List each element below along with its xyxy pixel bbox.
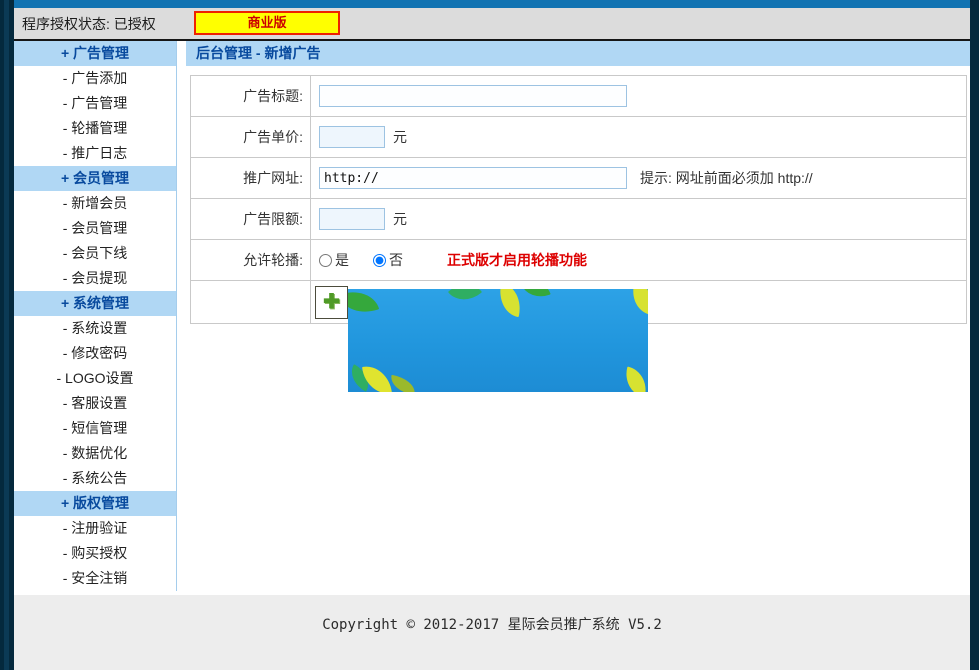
sidebar-item-logo-settings[interactable]: - LOGO设置: [14, 366, 176, 391]
carousel-warning-text: 正式版才启用轮播功能: [447, 250, 587, 270]
carousel-no-label: 否: [389, 250, 403, 270]
carousel-yes-label: 是: [335, 250, 349, 270]
sidebar-item-system-settings[interactable]: - 系统设置: [14, 316, 176, 341]
ad-limit-unit: 元: [393, 209, 407, 229]
page-title: 后台管理 - 新增广告: [186, 41, 970, 66]
sidebar-item-sms-manage[interactable]: - 短信管理: [14, 416, 176, 441]
sidebar-section-system-management[interactable]: + 系统管理: [14, 291, 176, 316]
sidebar-section-ad-management[interactable]: + 广告管理: [14, 41, 176, 66]
topbar: 程序授权状态: 已授权 商业版: [14, 8, 970, 41]
carousel-no-radio[interactable]: [373, 254, 386, 267]
sidebar-item-member-withdraw[interactable]: - 会员提现: [14, 266, 176, 291]
sidebar-item-safe-logout[interactable]: - 安全注销: [14, 566, 176, 591]
footer: Copyright © 2012-2017 星际会员推广系统 V5.2: [14, 595, 970, 670]
form-row-ad-title: 广告标题:: [191, 76, 966, 117]
plus-icon: ✚: [323, 292, 340, 312]
top-accent-bar: [14, 0, 970, 8]
sidebar-item-change-password[interactable]: - 修改密码: [14, 341, 176, 366]
leaf-icon: [448, 289, 482, 309]
sidebar-item-ad-add[interactable]: - 广告添加: [14, 66, 176, 91]
sidebar-item-member-manage[interactable]: - 会员管理: [14, 216, 176, 241]
leaf-icon: [521, 289, 550, 303]
left-frame-strip: [0, 0, 14, 670]
sidebar-item-promo-log[interactable]: - 推广日志: [14, 141, 176, 166]
sidebar-section-member-management[interactable]: + 会员管理: [14, 166, 176, 191]
ad-limit-label: 广告限额:: [191, 199, 311, 239]
ad-title-input[interactable]: [319, 85, 627, 107]
carousel-no-option[interactable]: 否: [373, 250, 403, 270]
leaf-icon: [389, 374, 417, 391]
form-row-ad-price: 广告单价: 元: [191, 117, 966, 158]
add-submit-button[interactable]: ✚: [315, 286, 348, 319]
sidebar-item-register-verify[interactable]: - 注册验证: [14, 516, 176, 541]
sidebar-item-purchase-license[interactable]: - 购买授权: [14, 541, 176, 566]
sidebar-item-system-announcement[interactable]: - 系统公告: [14, 466, 176, 491]
ad-title-label: 广告标题:: [191, 76, 311, 116]
ad-limit-input[interactable]: [319, 208, 385, 230]
main-content: 后台管理 - 新增广告 广告标题: 广告单价: 元 推广网址: 提示: [186, 41, 970, 324]
carousel-yes-radio[interactable]: [319, 254, 332, 267]
promo-url-hint: 提示: 网址前面必须加 http://: [640, 168, 813, 188]
carousel-yes-option[interactable]: 是: [319, 250, 349, 270]
leaf-icon: [348, 289, 379, 320]
edition-button[interactable]: 商业版: [194, 11, 340, 35]
form-row-ad-limit: 广告限额: 元: [191, 199, 966, 240]
sidebar-section-copyright-management[interactable]: + 版权管理: [14, 491, 176, 516]
sidebar-item-customer-service[interactable]: - 客服设置: [14, 391, 176, 416]
form-row-submit: ✚: [191, 281, 966, 323]
form-row-promo-url: 推广网址: 提示: 网址前面必须加 http://: [191, 158, 966, 199]
leaf-icon: [621, 366, 648, 392]
sidebar-item-carousel-manage[interactable]: - 轮播管理: [14, 116, 176, 141]
new-ad-form: 广告标题: 广告单价: 元 推广网址: 提示: 网址前面必须加 http://: [190, 75, 967, 324]
ad-banner-preview: [348, 289, 648, 392]
ad-price-unit: 元: [393, 127, 407, 147]
ad-price-label: 广告单价:: [191, 117, 311, 157]
sidebar-item-member-downline[interactable]: - 会员下线: [14, 241, 176, 266]
form-row-carousel: 允许轮播: 是 否 正式版才启用轮播功能: [191, 240, 966, 281]
ad-price-input[interactable]: [319, 126, 385, 148]
carousel-label: 允许轮播:: [191, 240, 311, 280]
promo-url-input[interactable]: [319, 167, 627, 189]
leaf-icon: [495, 289, 525, 317]
right-frame-strip: [970, 0, 979, 670]
promo-url-label: 推广网址:: [191, 158, 311, 198]
sidebar-item-member-add[interactable]: - 新增会员: [14, 191, 176, 216]
empty-label-cell: [191, 281, 311, 323]
copyright-text: Copyright © 2012-2017 星际会员推广系统 V5.2: [322, 614, 662, 634]
sidebar: + 广告管理 - 广告添加 - 广告管理 - 轮播管理 - 推广日志 + 会员管…: [14, 41, 177, 591]
sidebar-item-data-optimize[interactable]: - 数据优化: [14, 441, 176, 466]
license-status-text: 程序授权状态: 已授权: [22, 14, 156, 34]
sidebar-item-ad-manage[interactable]: - 广告管理: [14, 91, 176, 116]
app-window: 程序授权状态: 已授权 商业版 + 广告管理 - 广告添加 - 广告管理 - 轮…: [0, 0, 979, 670]
leaf-icon: [626, 289, 648, 314]
